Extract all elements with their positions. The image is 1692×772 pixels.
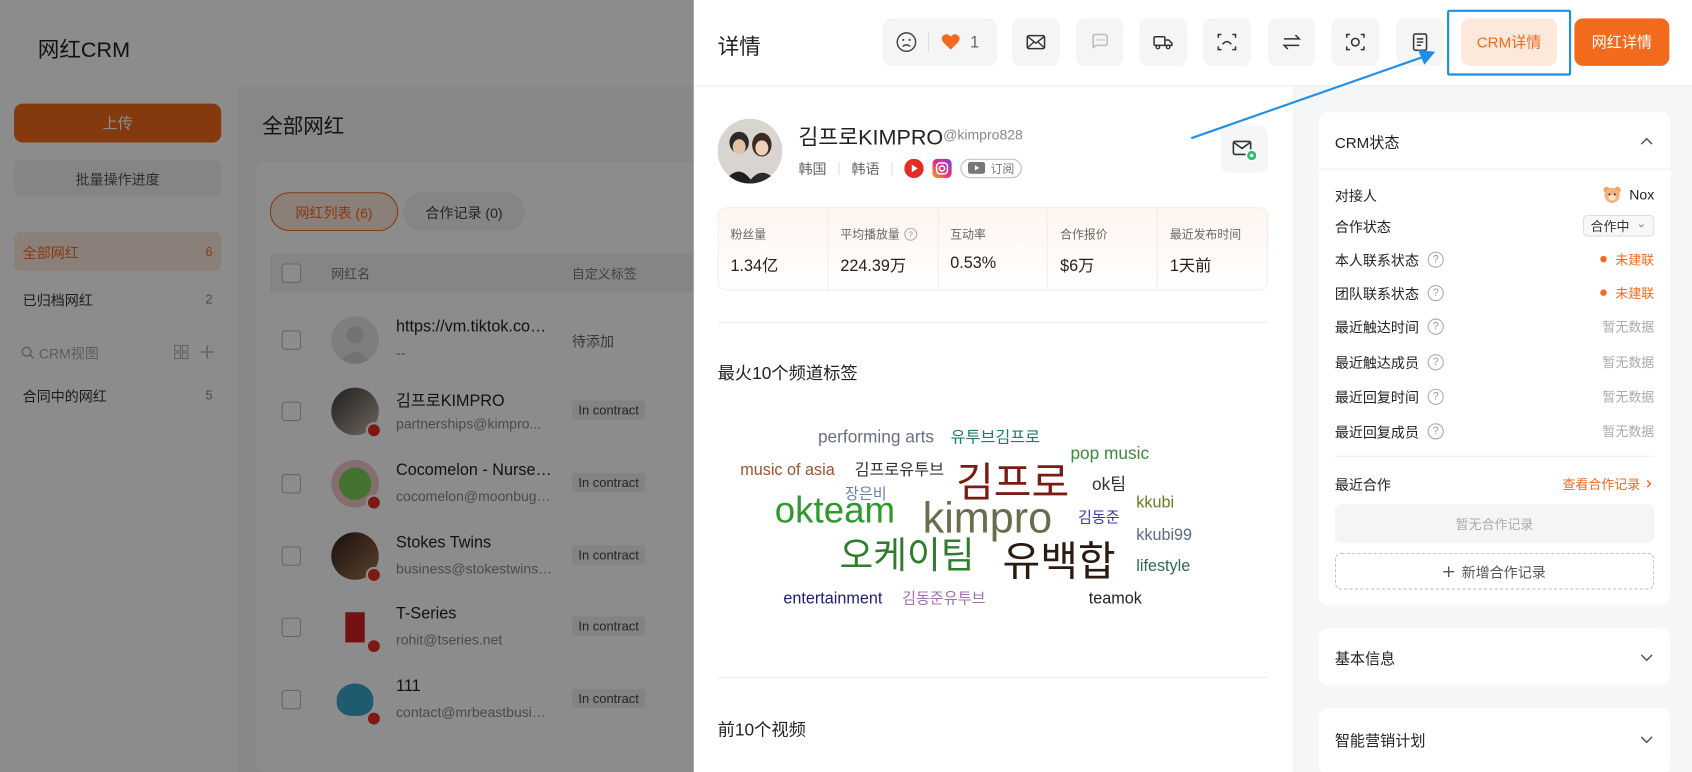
status-dot bbox=[1600, 289, 1607, 296]
basic-info-card[interactable]: 基本信息 bbox=[1318, 628, 1671, 685]
field-last-reach-member: 最近触达成员? 暂无数据 bbox=[1334, 353, 1655, 371]
help-icon[interactable]: ? bbox=[1427, 388, 1444, 405]
reaction-group: 1 bbox=[882, 18, 998, 66]
crm-status-title: CRM状态 bbox=[1334, 133, 1400, 152]
videos-section-title: 前10个视频 bbox=[717, 721, 806, 740]
help-icon[interactable]: ? bbox=[1427, 422, 1444, 439]
no-records-placeholder: 暂无合作记录 bbox=[1334, 504, 1655, 544]
recent-coop-row: 最近合作 查看合作记录 bbox=[1335, 473, 1654, 495]
like-count: 1 bbox=[970, 32, 980, 52]
screenshot-button[interactable] bbox=[1331, 18, 1380, 66]
divider bbox=[1334, 455, 1655, 457]
highlight-box bbox=[1447, 9, 1572, 76]
word-cloud-term: teamok bbox=[1088, 589, 1142, 608]
word-cloud: performing arts 유투브김프로 pop music music o… bbox=[694, 86, 1293, 772]
scan-button[interactable] bbox=[1203, 18, 1251, 66]
word-cloud-term: 김프로유투브 bbox=[854, 461, 944, 480]
crm-side-panel: CRM状态 对接人 Nox 合作状态 合作中 本人联系状态? 未建联 团队联系状… bbox=[1292, 86, 1692, 772]
profile-main: 김프로KIMPRO @kimpro828 韩国 韩语 订阅 粉丝量 1.34亿 平… bbox=[694, 86, 1293, 772]
crm-status-card: CRM状态 对接人 Nox 合作状态 合作中 本人联系状态? 未建联 团队联系状… bbox=[1318, 112, 1671, 605]
help-icon[interactable]: ? bbox=[1427, 353, 1444, 370]
field-last-reply-time: 最近回复时间? 暂无数据 bbox=[1334, 388, 1655, 406]
document-icon bbox=[1412, 33, 1428, 51]
truck-icon bbox=[1153, 35, 1173, 50]
field-coop-status: 合作状态 合作中 bbox=[1335, 214, 1655, 237]
detail-drawer: 详情 1 CRM详情 网红详情 김프로KIMPRO @kimpro828 韩国 … bbox=[693, 0, 1692, 772]
status-dot bbox=[1600, 255, 1607, 263]
word-cloud-term: 김동준 bbox=[1078, 508, 1120, 526]
help-icon[interactable]: ? bbox=[1427, 251, 1444, 268]
divider bbox=[928, 32, 930, 52]
drawer-title: 详情 bbox=[717, 35, 761, 60]
word-cloud-term: music of asia bbox=[740, 461, 835, 480]
basic-info-title: 基本信息 bbox=[1334, 649, 1396, 668]
help-icon[interactable]: ? bbox=[1427, 317, 1444, 335]
word-cloud-term: 유백합 bbox=[1002, 539, 1116, 586]
caret-down-icon bbox=[1638, 224, 1644, 228]
word-cloud-term: 오케이팀 bbox=[839, 535, 975, 577]
email-button[interactable] bbox=[1012, 18, 1060, 66]
chevron-down-icon[interactable] bbox=[1639, 650, 1654, 665]
word-cloud-term: performing arts bbox=[817, 428, 935, 448]
coop-status-select[interactable]: 合作中 bbox=[1582, 214, 1655, 237]
marketing-plan-title: 智能营销计划 bbox=[1334, 732, 1426, 750]
bear-avatar-icon bbox=[1603, 186, 1621, 203]
scan-icon bbox=[1217, 33, 1237, 51]
help-icon[interactable]: ? bbox=[1427, 284, 1444, 301]
envelope-icon bbox=[1026, 34, 1046, 50]
field-self-contact: 本人联系状态? 未建联 bbox=[1334, 251, 1655, 269]
word-cloud-term: ok팀 bbox=[1092, 476, 1127, 495]
field-contact-person: 对接人 Nox bbox=[1334, 186, 1655, 204]
word-cloud-term: 김동준유투브 bbox=[902, 589, 986, 607]
dislike-icon[interactable] bbox=[896, 31, 918, 53]
add-record-button[interactable]: 新增合作记录 bbox=[1334, 552, 1655, 590]
word-cloud-term: pop music bbox=[1070, 444, 1150, 464]
divider bbox=[1318, 168, 1671, 170]
word-cloud-term: kkubi bbox=[1136, 493, 1175, 512]
chevron-right-icon bbox=[1646, 479, 1652, 488]
heart-icon[interactable] bbox=[940, 31, 962, 53]
swap-arrows-icon bbox=[1282, 34, 1302, 50]
view-records-link[interactable]: 查看合作记录 bbox=[1562, 475, 1654, 493]
word-cloud-term: okteam bbox=[774, 490, 896, 532]
field-last-reply-member: 最近回复成员? 暂无数据 bbox=[1334, 422, 1655, 440]
influencer-detail-button[interactable]: 网红详情 bbox=[1574, 18, 1670, 66]
shipping-button[interactable] bbox=[1139, 18, 1187, 66]
message-button[interactable] bbox=[1075, 18, 1124, 66]
field-last-reach-time: 最近触达时间? 暂无数据 bbox=[1334, 317, 1655, 336]
notes-button[interactable] bbox=[1396, 18, 1444, 66]
word-cloud-term: kkubi99 bbox=[1136, 525, 1193, 545]
transfer-button[interactable] bbox=[1267, 18, 1316, 66]
modal-overlay[interactable] bbox=[0, 0, 694, 772]
plus-icon bbox=[1443, 565, 1455, 577]
word-cloud-term: kimpro bbox=[922, 494, 1053, 543]
word-cloud-term: 유투브김프로 bbox=[950, 428, 1041, 448]
drawer-header: 详情 1 CRM详情 网红详情 bbox=[693, 0, 1692, 87]
chevron-down-icon[interactable] bbox=[1639, 732, 1654, 747]
chat-bubble-icon bbox=[1092, 33, 1108, 49]
add-record-label: 新增合作记录 bbox=[1461, 564, 1546, 581]
divider bbox=[717, 676, 1268, 679]
word-cloud-term: entertainment bbox=[783, 589, 883, 608]
field-team-contact: 团队联系状态? 未建联 bbox=[1334, 284, 1655, 302]
contact-person-value: Nox bbox=[1629, 186, 1655, 203]
word-cloud-term: lifestyle bbox=[1136, 557, 1191, 576]
recent-coop-label: 最近合作 bbox=[1334, 476, 1391, 493]
marketing-plan-card[interactable]: 智能营销计划 bbox=[1318, 708, 1671, 772]
chevron-up-icon[interactable] bbox=[1639, 134, 1654, 149]
focus-scan-icon bbox=[1345, 33, 1365, 51]
